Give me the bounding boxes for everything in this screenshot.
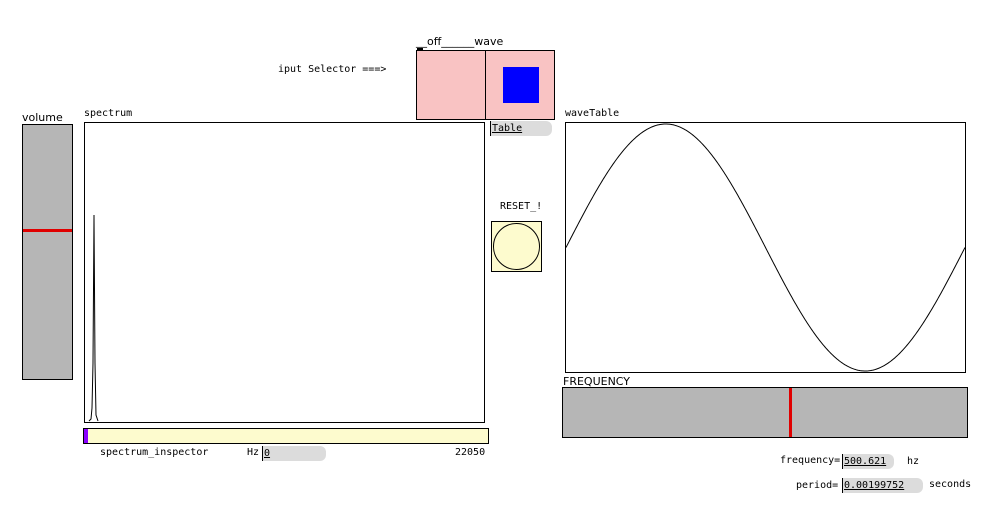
volume-slider[interactable] (22, 124, 73, 380)
frequency-readout-label: frequency= (780, 455, 841, 466)
selector-divider (485, 51, 486, 119)
spectrum-plot (88, 214, 99, 422)
frequency-value[interactable]: 500.621 (842, 454, 894, 469)
reset-label: RESET_! (500, 201, 543, 212)
wavetable-graph (565, 122, 966, 373)
input-selector-title: __off______wave (416, 35, 504, 48)
frequency-unit: hz (907, 456, 920, 467)
hz-label: Hz (247, 447, 260, 458)
input-selector-toggle[interactable] (416, 50, 555, 120)
input-selector-value[interactable]: Table (490, 121, 552, 136)
volume-label: volume (22, 111, 63, 124)
input-selector-label: iput Selector ===> (278, 64, 387, 75)
period-unit: seconds (929, 479, 972, 490)
spectrum-graph (84, 122, 485, 423)
spectrum-max-label: 22050 (455, 447, 486, 458)
period-value[interactable]: 0.00199752 (842, 478, 923, 493)
wavetable-plot (566, 123, 965, 372)
selector-wave-marker (503, 67, 539, 103)
reset-bang-circle (493, 223, 540, 270)
frequency-indicator (789, 388, 792, 437)
selector-inlet-tick (417, 48, 423, 50)
wavetable-label: waveTable (565, 108, 620, 119)
spectrum-inspector-slider[interactable] (83, 428, 489, 444)
reset-button[interactable] (491, 221, 542, 272)
hz-value[interactable]: 0 (262, 446, 326, 461)
volume-indicator (23, 229, 72, 232)
period-label: period= (796, 480, 839, 491)
spectrum-label: spectrum (84, 108, 133, 119)
frequency-slider[interactable] (562, 387, 968, 438)
wavetable-sine-curve (566, 123, 965, 372)
spectrum-inspector-label: spectrum_inspector (100, 447, 209, 458)
spectrum-inspector-marker (84, 429, 88, 443)
